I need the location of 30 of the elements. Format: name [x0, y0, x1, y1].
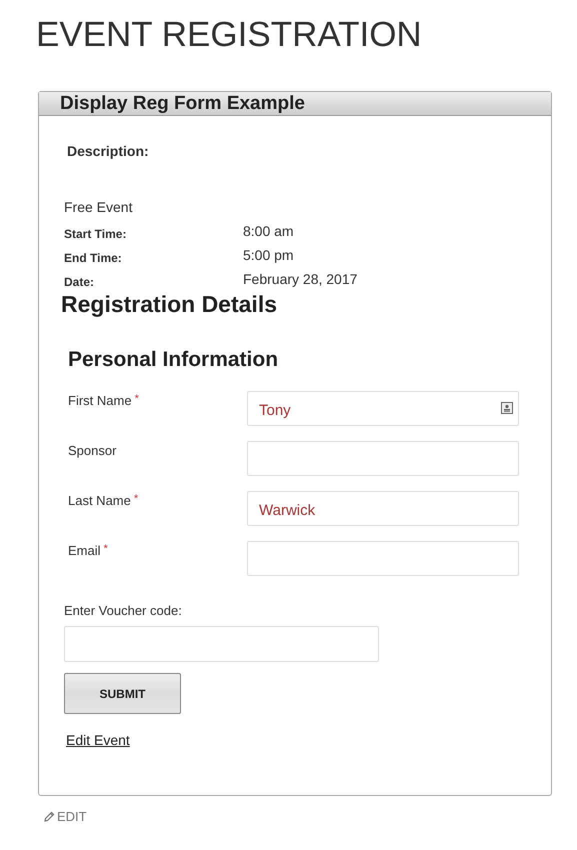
detail-label: End Time:	[64, 250, 123, 265]
field-label: First Name	[68, 393, 132, 408]
input-field[interactable]: Warwick	[247, 491, 519, 526]
event-title: Display Reg Form Example	[60, 92, 305, 114]
field-label: Sponsor	[68, 443, 116, 458]
input-field[interactable]	[247, 541, 519, 576]
detail-label: Start Time:	[64, 226, 128, 241]
voucher-field[interactable]	[64, 626, 379, 662]
pencil-icon	[43, 810, 55, 822]
field-label: Email	[68, 543, 101, 558]
required-mark: *	[134, 493, 138, 505]
detail-value: 5:00 pm	[243, 247, 295, 265]
page-title: EVENT REGISTRATION	[36, 14, 423, 55]
contact-card-icon[interactable]	[501, 402, 513, 414]
field-label: Last Name	[68, 493, 131, 508]
edit-link[interactable]: EDIT	[57, 809, 87, 824]
detail-label: Date:	[64, 274, 96, 289]
field-label: Enter Voucher code:	[64, 603, 183, 618]
required-mark: *	[134, 393, 139, 405]
detail-value: 8:00 am	[243, 223, 295, 241]
description-label: Description:	[67, 143, 150, 159]
required-mark: *	[104, 543, 108, 555]
price-text: Free Event	[64, 199, 134, 215]
input-field[interactable]	[247, 441, 519, 476]
detail-value: February 28, 2017	[243, 271, 358, 289]
section-heading: Registration Details	[61, 291, 278, 318]
input-field[interactable]: Tony	[247, 391, 519, 426]
subsection-heading: Personal Information	[68, 348, 280, 372]
edit-event-link[interactable]: Edit Event	[66, 732, 130, 748]
submit-button[interactable]: SUBMIT	[64, 673, 181, 714]
